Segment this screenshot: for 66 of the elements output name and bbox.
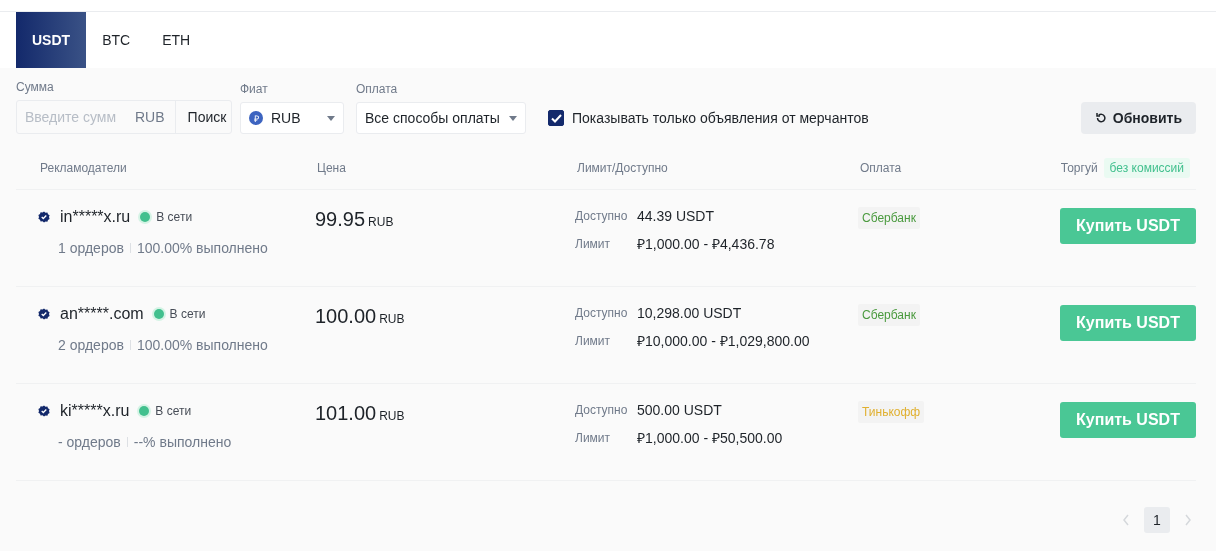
limit-range: ₽10,000.00 - ₽1,029,800.00 <box>637 332 811 350</box>
currency-tab[interactable]: BTC <box>86 12 147 68</box>
payment-method-tag: Сбербанк <box>858 304 920 326</box>
verified-icon <box>38 211 50 223</box>
available-label: Доступно <box>575 306 629 320</box>
completion-rate: 100.00% выполнено <box>136 240 268 256</box>
advertiser-name[interactable]: an*****.com <box>60 305 144 323</box>
column-header: Цена <box>317 160 347 175</box>
price-currency: RUB <box>368 215 394 229</box>
available-label: Доступно <box>575 209 629 223</box>
field-label: Оплата <box>356 82 399 96</box>
verified-icon <box>38 308 50 320</box>
online-status: В сети <box>156 210 193 224</box>
previous-page-icon[interactable] <box>1122 514 1130 526</box>
amount-field[interactable]: Введите сумм RUB Поиск <box>16 100 232 134</box>
price: 100.00 <box>315 305 377 328</box>
advertiser-name[interactable]: in*****x.ru <box>60 208 131 226</box>
search-button[interactable]: Поиск <box>174 101 239 133</box>
currency-label: RUB <box>134 109 166 125</box>
column-header: Лимит/Доступно <box>577 160 669 175</box>
price-currency: RUB <box>379 312 405 326</box>
column-header: Рекламодатели <box>40 160 128 175</box>
next-page-icon[interactable] <box>1184 514 1192 526</box>
currency-tab[interactable]: USDT <box>16 12 87 68</box>
online-status: В сети <box>169 307 206 321</box>
fiat-select[interactable]: ₽ RUB <box>240 102 344 134</box>
merchants-checkbox[interactable] <box>548 110 564 126</box>
limit-label: Лимит <box>575 333 612 348</box>
page-button[interactable]: 1 <box>1144 507 1170 533</box>
completion-rate: --% выполнено <box>133 434 232 450</box>
order-count: 2 ордеров <box>58 337 124 353</box>
limit-label: Лимит <box>575 236 612 251</box>
payment-select[interactable]: Все способы оплаты <box>356 102 526 134</box>
verified-icon <box>38 405 50 417</box>
payment-method-tag: Тинькофф <box>858 401 925 423</box>
online-status: В сети <box>155 404 192 418</box>
price-currency: RUB <box>379 409 405 423</box>
refresh-icon <box>1094 112 1107 124</box>
available-amount: 10,298.00 USDT <box>637 305 743 321</box>
limit-range: ₽1,000.00 - ₽50,500.00 <box>637 429 784 447</box>
field-label: Фиат <box>240 82 269 96</box>
caret-icon <box>509 115 517 121</box>
field-label: Сумма <box>16 80 55 94</box>
available-amount: 44.39 USDT <box>637 208 716 224</box>
column-header: Оплата <box>860 160 903 175</box>
price: 99.95 <box>315 208 366 231</box>
fee-badge: без комиссий <box>1103 157 1190 178</box>
currency-tab[interactable]: ETH <box>146 12 207 68</box>
completion-rate: 100.00% выполнено <box>136 337 268 353</box>
column-header: Торгуй <box>1060 160 1098 175</box>
advertiser-name[interactable]: ki*****x.ru <box>60 402 130 420</box>
refresh-button[interactable]: Обновить <box>1080 102 1196 134</box>
price: 101.00 <box>315 402 377 425</box>
limit-range: ₽1,000.00 - ₽4,436.78 <box>637 235 776 253</box>
payment-method-tag: Сбербанк <box>858 207 920 229</box>
order-count: 1 ордеров <box>58 240 124 256</box>
order-count: - ордеров <box>58 434 121 450</box>
available-label: Доступно <box>575 403 629 417</box>
ruble-icon: ₽ <box>249 111 263 125</box>
online-status-dot <box>153 309 164 319</box>
online-status-dot <box>140 212 151 222</box>
checkbox-label: Показывать только объявления от мерчантов <box>572 110 869 126</box>
available-amount: 500.00 USDT <box>637 402 723 418</box>
limit-label: Лимит <box>575 430 612 445</box>
caret-icon <box>327 115 335 121</box>
online-status-dot <box>139 406 150 416</box>
